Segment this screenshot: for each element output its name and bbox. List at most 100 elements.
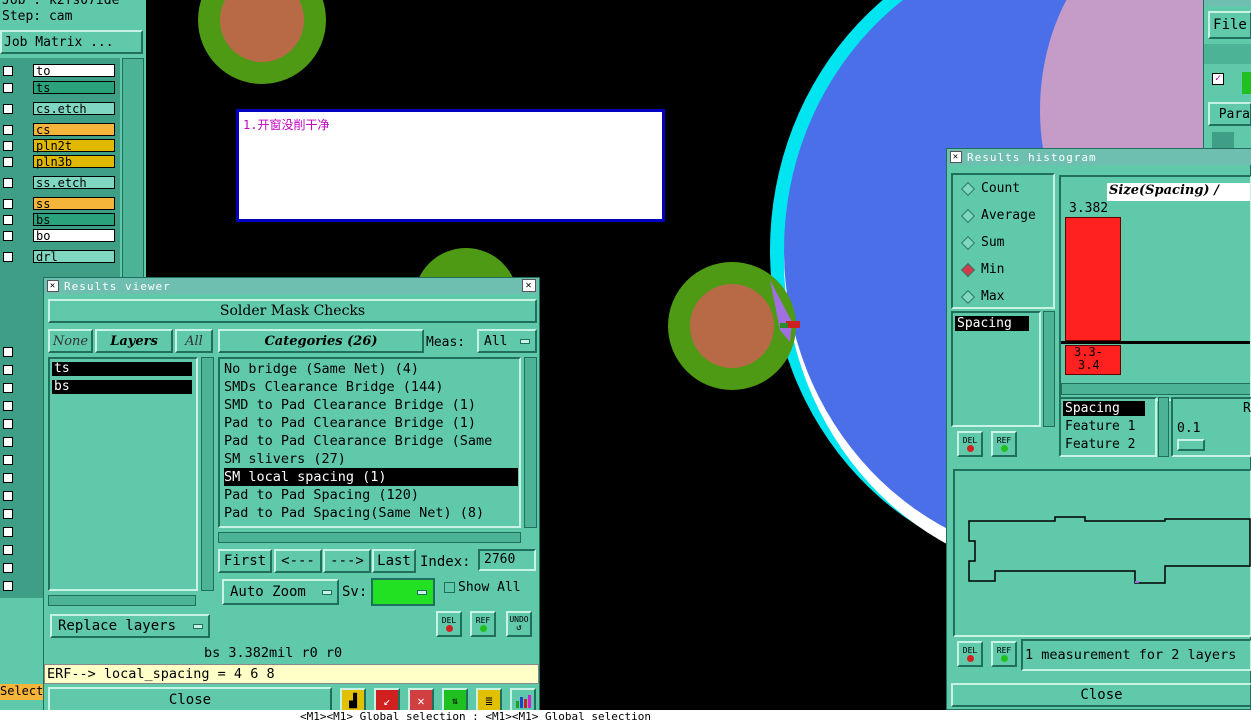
- layer-checkbox[interactable]: [3, 83, 13, 93]
- category-item[interactable]: SMD to Pad Clearance Bridge (1): [224, 396, 476, 414]
- field-list-vscroll[interactable]: [1158, 397, 1169, 457]
- category-item[interactable]: SM slivers (27): [224, 450, 346, 468]
- layer-row[interactable]: pln3b: [0, 155, 120, 170]
- layer-list-item[interactable]: ts: [52, 362, 192, 376]
- layer-checkbox[interactable]: [3, 401, 13, 411]
- hist-close-button[interactable]: Close: [951, 683, 1251, 707]
- layer-row[interactable]: ss.etch: [0, 176, 120, 191]
- layer-row[interactable]: pln2t: [0, 139, 120, 154]
- layer-name[interactable]: drl: [33, 250, 115, 264]
- layer-checkbox[interactable]: [3, 383, 13, 393]
- layer-checkbox[interactable]: [3, 509, 13, 519]
- layer-checkbox[interactable]: [3, 527, 13, 537]
- sv-color-select[interactable]: [371, 578, 435, 606]
- layer-checkbox[interactable]: [3, 563, 13, 573]
- category-item[interactable]: Pad to Pad Clearance Bridge (1): [224, 414, 476, 432]
- layer-name[interactable]: ss.etch: [33, 176, 115, 190]
- window-menu-icon[interactable]: ✕: [47, 280, 59, 292]
- layer-name[interactable]: cs.etch: [33, 102, 115, 116]
- hist-ref-button[interactable]: REF: [991, 431, 1017, 457]
- layer-checkbox[interactable]: [3, 581, 13, 591]
- category-list-vscroll[interactable]: [524, 357, 537, 528]
- radio-average[interactable]: Average: [960, 208, 1036, 223]
- layer-checkbox[interactable]: [3, 365, 13, 375]
- layer-name[interactable]: pln3b: [33, 155, 115, 169]
- histogram-bar[interactable]: [1065, 217, 1121, 341]
- category-item[interactable]: SM local spacing (1): [224, 468, 518, 486]
- hist-del-button[interactable]: DEL: [957, 431, 983, 457]
- checkbox-icon[interactable]: ✓: [1212, 73, 1224, 85]
- layer-list-item[interactable]: bs: [52, 380, 192, 394]
- histogram-titlebar[interactable]: ✕ Results histogram: [947, 149, 1251, 165]
- layer-checkbox[interactable]: [3, 545, 13, 555]
- tool-icon[interactable]: [1212, 132, 1234, 148]
- hist-del-button-2[interactable]: DEL: [957, 641, 983, 667]
- field-list[interactable]: Spacing Feature 1 Feature 2: [1059, 397, 1157, 457]
- layer-checkbox[interactable]: [3, 66, 13, 76]
- layer-name[interactable]: ss: [33, 197, 115, 211]
- show-all-checkbox[interactable]: [444, 582, 455, 593]
- close-window-icon[interactable]: ✕: [522, 279, 536, 292]
- chart-hscroll[interactable]: [1061, 383, 1250, 395]
- layer-checkbox[interactable]: [3, 199, 13, 209]
- range-slider[interactable]: [1177, 439, 1205, 451]
- index-input[interactable]: 2760: [478, 549, 536, 571]
- layer-row[interactable]: ts: [0, 81, 120, 96]
- del-button[interactable]: DEL: [436, 611, 462, 637]
- layer-row[interactable]: drl: [0, 250, 120, 265]
- layer-name[interactable]: ts: [33, 81, 115, 95]
- all-layers-button[interactable]: All: [175, 329, 213, 353]
- layer-checkbox[interactable]: [3, 347, 13, 357]
- layer-checkbox[interactable]: [3, 125, 13, 135]
- layer-row[interactable]: bs: [0, 213, 120, 228]
- measure-list[interactable]: Spacing: [951, 311, 1041, 427]
- category-item[interactable]: Pad to Pad Clearance Bridge (Same: [224, 432, 492, 450]
- prev-button[interactable]: <---: [274, 549, 322, 573]
- layer-checkbox[interactable]: [3, 215, 13, 225]
- undo-button[interactable]: UNDO ↺: [506, 611, 532, 637]
- none-button[interactable]: None: [48, 329, 93, 353]
- layer-row[interactable]: to: [0, 64, 120, 79]
- layer-name[interactable]: to: [33, 64, 115, 78]
- layer-checkbox[interactable]: [3, 141, 13, 151]
- replace-layers-button[interactable]: Replace layers: [50, 614, 210, 638]
- layer-list-hscroll[interactable]: [48, 595, 196, 606]
- layer-row[interactable]: cs: [0, 123, 120, 138]
- layer-list[interactable]: ts bs: [48, 357, 198, 591]
- layer-checkbox[interactable]: [3, 455, 13, 465]
- layer-row[interactable]: ss: [0, 197, 120, 212]
- layers-button[interactable]: Layers: [95, 329, 173, 353]
- layer-name[interactable]: bo: [33, 229, 115, 243]
- category-item[interactable]: Pad to Pad Spacing (120): [224, 486, 419, 504]
- measure-list-vscroll[interactable]: [1043, 311, 1055, 427]
- first-button[interactable]: First: [218, 549, 272, 573]
- category-item[interactable]: No bridge (Same Net) (4): [224, 360, 419, 378]
- layer-row[interactable]: cs.etch: [0, 102, 120, 117]
- layer-checkbox[interactable]: [3, 231, 13, 241]
- radio-count[interactable]: Count: [960, 181, 1020, 196]
- para-button[interactable]: Para: [1208, 102, 1251, 126]
- field-list-item[interactable]: Feature 1: [1063, 419, 1135, 434]
- radio-sum[interactable]: Sum: [960, 235, 1004, 250]
- layer-name[interactable]: cs: [33, 123, 115, 137]
- hist-ref-button-2[interactable]: REF: [991, 641, 1017, 667]
- category-item[interactable]: SMDs Clearance Bridge (144): [224, 378, 443, 396]
- auto-zoom-button[interactable]: Auto Zoom: [222, 579, 339, 605]
- radio-max[interactable]: Max: [960, 289, 1004, 304]
- note-box[interactable]: 1.开窗没削干净: [236, 109, 665, 222]
- ref-button[interactable]: REF: [470, 611, 496, 637]
- measure-list-item[interactable]: Spacing: [955, 316, 1029, 331]
- radio-min[interactable]: Min: [960, 262, 1004, 277]
- category-list-hscroll[interactable]: [218, 532, 521, 543]
- layer-name[interactable]: bs: [33, 213, 115, 227]
- layer-name[interactable]: pln2t: [33, 139, 115, 153]
- category-item[interactable]: Pad to Pad Spacing(Same Net) (8): [224, 504, 484, 522]
- window-menu-icon[interactable]: ✕: [950, 151, 962, 163]
- file-menu[interactable]: File: [1208, 11, 1251, 39]
- field-list-item[interactable]: Feature 2: [1063, 437, 1135, 452]
- meas-select[interactable]: All: [477, 329, 537, 353]
- category-list[interactable]: No bridge (Same Net) (4) SMDs Clearance B…: [218, 357, 521, 528]
- layer-checkbox[interactable]: [3, 157, 13, 167]
- field-list-item[interactable]: Spacing: [1063, 401, 1145, 416]
- layer-checkbox[interactable]: [3, 178, 13, 188]
